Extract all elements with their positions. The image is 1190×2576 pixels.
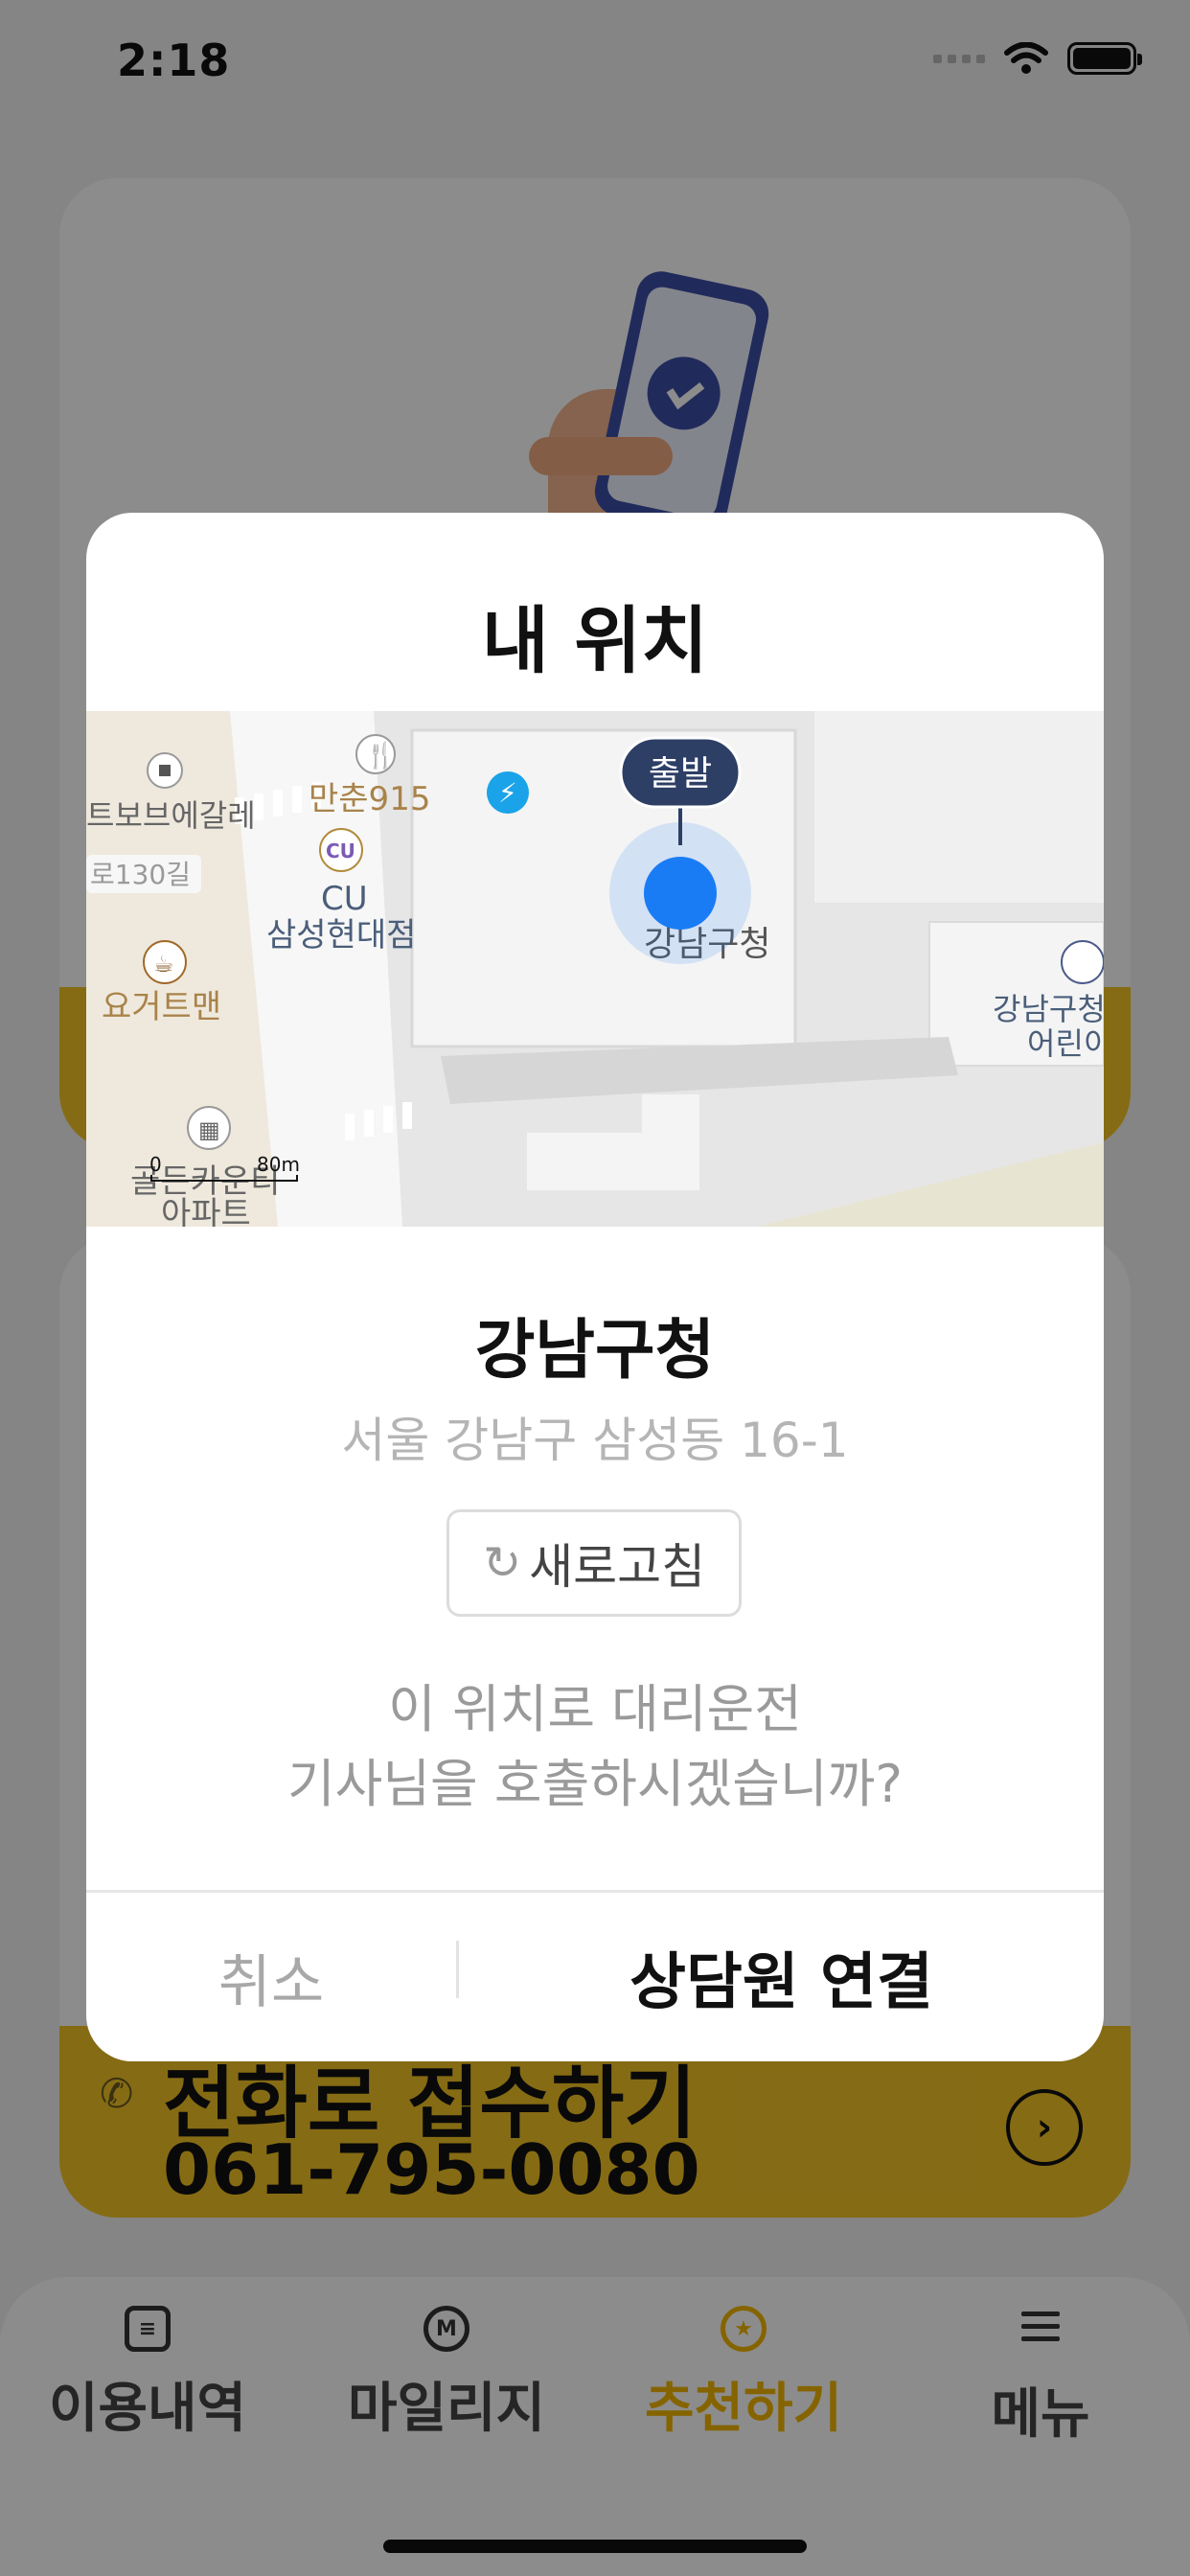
svg-text:▦: ▦ [198, 1116, 220, 1143]
refresh-button[interactable]: ↻ 새로고침 [446, 1509, 742, 1617]
map-poi-label: 요거트맨 [102, 988, 221, 1026]
modal-title: 내 위치 [481, 598, 709, 683]
map-poi-label: 어린이 [1027, 1025, 1104, 1062]
map-scale-end: 80m [257, 1153, 300, 1176]
map-poi-label: 강남구청 [993, 991, 1104, 1027]
refresh-icon: ↻ [482, 1536, 522, 1590]
confirm-message-line: 이 위치로 대리운전 [388, 1679, 802, 1739]
svg-text:⚡: ⚡ [498, 777, 517, 809]
map-view[interactable]: 로130길 🍴 ⚡ CU ☕ ▦ 트보브에갈레 만춘915 CU 삼성현대점 강… [86, 711, 1104, 1227]
place-address: 서울 강남구 삼성동 16-1 [341, 1413, 849, 1468]
map-poi-label: 아파트 [161, 1195, 251, 1227]
map-poi-label: 삼성현대점 [266, 916, 416, 954]
map-poi-label: 만춘915 [309, 780, 430, 818]
map-poi-label: CU [321, 880, 368, 918]
current-location-marker [644, 857, 717, 930]
refresh-button-label: 새로고침 [529, 1539, 706, 1595]
map-road-label: 로130길 [90, 859, 191, 890]
connect-agent-button[interactable]: 상담원 연결 [459, 1893, 1104, 2061]
map-poi-label: 트보브에갈레 [86, 797, 256, 834]
svg-text:☕: ☕ [153, 951, 174, 978]
location-modal: 내 위치 로130길 🍴 ⚡ CU ☕ ▦ 트보브에갈레 만춘915 CU 삼성… [86, 513, 1104, 2061]
map-scale-start: 0 [149, 1153, 162, 1176]
confirm-message-line: 기사님을 호출하시겠습니까? [287, 1754, 903, 1814]
cancel-button[interactable]: 취소 [86, 1893, 456, 2061]
place-name: 강남구청 [474, 1313, 716, 1389]
confirm-message: 이 위치로 대리운전 기사님을 호출하시겠습니까? [86, 1672, 1104, 1822]
departure-tag-label: 출발 [649, 754, 712, 794]
svg-text:🍴: 🍴 [365, 741, 396, 770]
cu-badge: CU [326, 840, 355, 862]
